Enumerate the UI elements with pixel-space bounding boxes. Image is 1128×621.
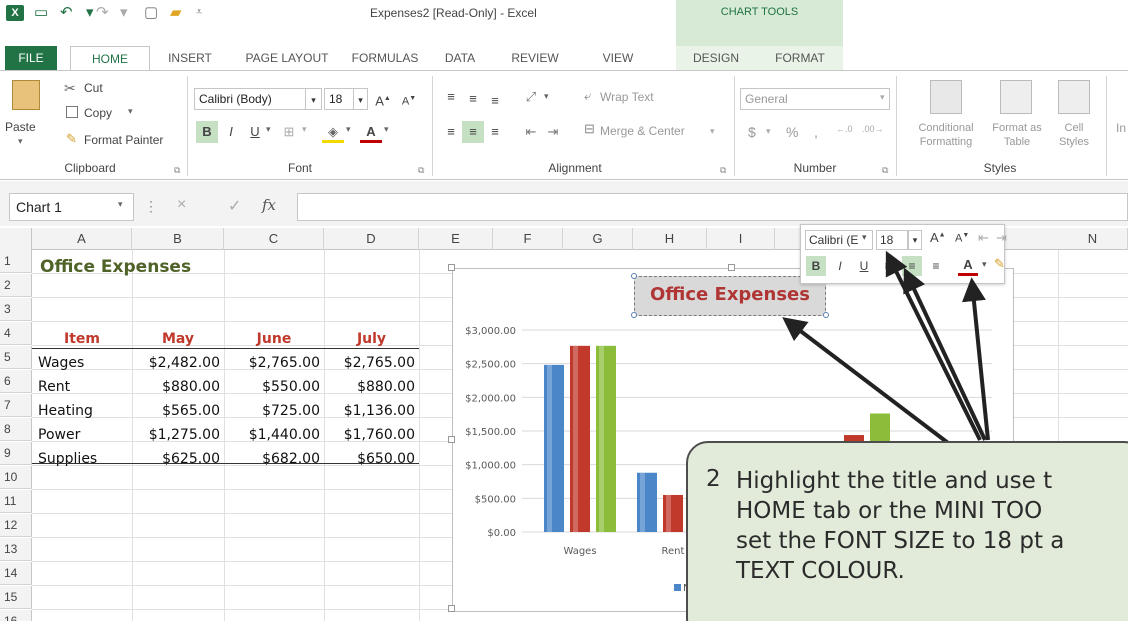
callout-line: HOME tab or the MINI TOO xyxy=(736,498,1043,524)
callout-line: TEXT COLOUR. xyxy=(736,558,905,584)
callout-line: set the FONT SIZE to 18 pt a xyxy=(736,528,1065,554)
callout-step-number: 2 xyxy=(706,466,721,492)
arrow-to-size xyxy=(885,250,982,441)
arrow-to-title xyxy=(782,317,962,454)
callout-text: Highlight the title and use t HOME tab o… xyxy=(736,466,1128,586)
callout-line: Highlight the title and use t xyxy=(736,468,1053,494)
